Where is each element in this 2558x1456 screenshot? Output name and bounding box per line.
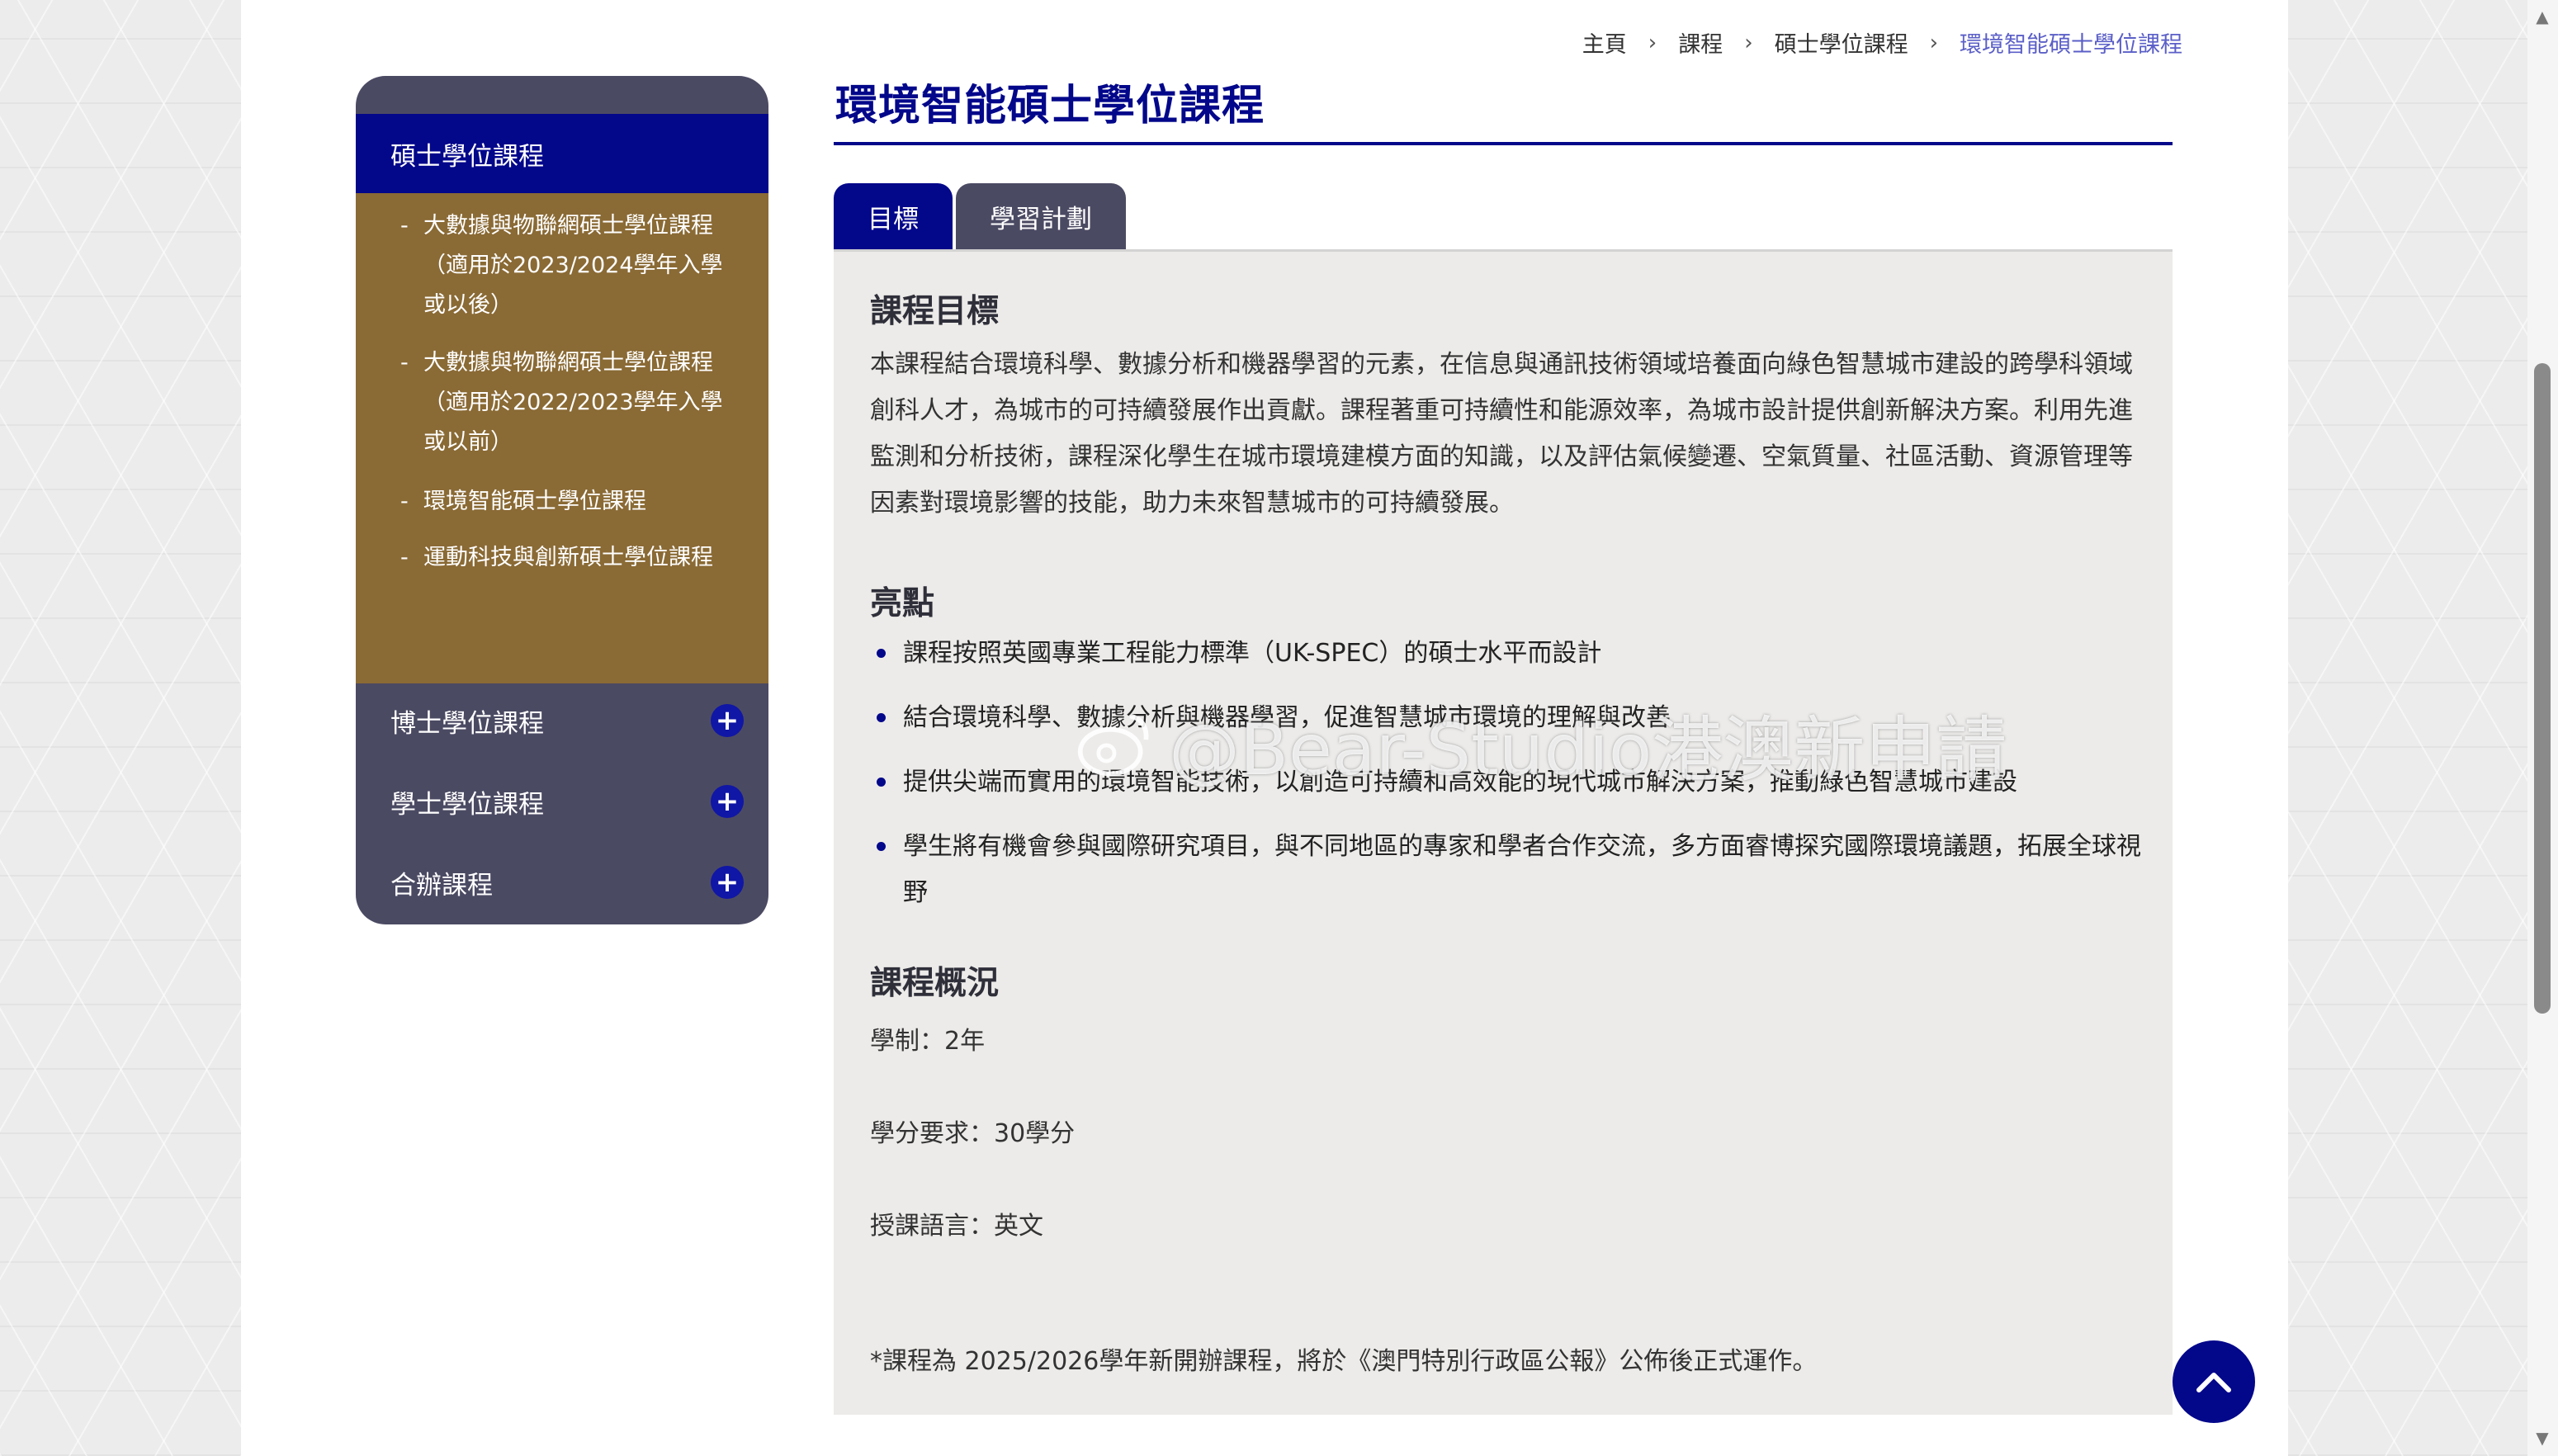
scroll-to-top-button[interactable] [2173,1340,2255,1423]
list-item: 學生將有機會參與國際研究項目，與不同地區的專家和學者合作交流，多方面睿博探究國際… [870,824,2141,916]
sidebar-item-bachelor[interactable]: 學士學位課程 + [356,764,768,839]
submenu-line: 大數據與物聯網碩士學位課程 [423,213,713,239]
submenu-item-label: 運動科技與創新碩士學位課程 [423,545,713,570]
plus-icon[interactable]: + [711,866,744,899]
breadcrumb: 主頁 › 課程 › 碩士學位課程 › 環境智能碩士學位課程 [1582,26,2182,59]
plus-icon[interactable]: + [711,785,744,818]
breadcrumb-current: 環境智能碩士學位課程 [1960,32,2182,58]
sidebar-item-joint[interactable]: 合辦課程 + [356,845,768,919]
sidebar-item-label: 學士學位課程 [390,789,544,820]
submenu-line: 或以前） [423,429,513,455]
list-item: 課程按照英國專業工程能力標準（UK-SPEC）的碩士水平而設計 [870,631,2141,677]
objectives-text: 本課程結合環境科學、數據分析和機器學習的元素，在信息與通訊技術領域培養面向綠色智… [870,350,2133,518]
breadcrumb-courses[interactable]: 課程 [1678,26,1723,59]
submenu-item-environmental-intelligence[interactable]: - 環境智能碩士學位課程 [400,482,747,522]
sidebar-item-label: 合辦課程 [390,870,493,901]
dash-marker: - [400,489,409,514]
chevron-up-icon [2196,1373,2231,1392]
submenu-line: 或以後） [423,292,513,318]
weibo-logo-icon [1077,713,1149,776]
scrollbar[interactable]: ▲ ▼ [2527,0,2558,1456]
title-divider [834,142,2173,145]
scroll-down-arrow-icon[interactable]: ▼ [2534,1428,2551,1448]
scrollbar-thumb[interactable] [2534,363,2551,1014]
submenu-item-bigdata-2023[interactable]: - 大數據與物聯網碩士學位課程 （適用於2023/2024學年入學 或以後） [400,206,747,325]
watermark: @Bear-Studio港澳新申請 [1075,692,2007,795]
submenu-line: （適用於2022/2023學年入學 [423,390,723,415]
breadcrumb-separator-icon: › [1744,30,1753,55]
footnote: *課程為 2025/2026學年新開辦課程，將於《澳門特別行政區公報》公佈後正式… [870,1347,1818,1376]
sidebar-nav: 碩士學位課程 - 大數據與物聯網碩士學位課程 （適用於2023/2024學年入學… [356,76,768,924]
tab-objectives[interactable]: 目標 [834,183,953,249]
breadcrumb-separator-icon: › [1929,30,1938,55]
dash-marker: - [400,545,409,570]
dash-marker: - [400,350,409,376]
page-container: 主頁 › 課程 › 碩士學位課程 › 環境智能碩士學位課程 環境智能碩士學位課程… [241,0,2288,1456]
overview-heading: 課程概況 [870,965,1000,1002]
plus-icon[interactable]: + [711,704,744,737]
breadcrumb-masters[interactable]: 碩士學位課程 [1775,26,1908,59]
fact-credits: 學分要求：30學分 [870,1119,1076,1148]
breadcrumb-home[interactable]: 主頁 [1582,26,1627,59]
watermark-text: @Bear-Studio港澳新申請 [1169,709,2007,792]
submenu-item-bigdata-2022[interactable]: - 大數據與物聯網碩士學位課程 （適用於2022/2023學年入學 或以前） [400,343,747,462]
submenu-item-label: 環境智能碩士學位課程 [423,489,646,514]
fact-duration: 學制：2年 [870,1027,986,1056]
sidebar-item-doctoral[interactable]: 博士學位課程 + [356,683,768,758]
submenu-item-label: 大數據與物聯網碩士學位課程 （適用於2023/2024學年入學 或以後） [423,206,747,325]
dash-marker: - [400,213,409,239]
objectives-heading: 課程目標 [870,293,1000,330]
tab-study-plan[interactable]: 學習計劃 [956,183,1126,249]
submenu-item-sports-tech[interactable]: - 運動科技與創新碩士學位課程 [400,538,747,578]
sidebar-item-masters[interactable]: 碩士學位課程 [356,114,768,193]
scroll-up-arrow-icon[interactable]: ▲ [2534,7,2551,26]
highlights-heading: 亮點 [870,585,935,622]
sidebar-submenu: - 大數據與物聯網碩士學位課程 （適用於2023/2024學年入學 或以後） -… [356,193,768,683]
submenu-item-label: 大數據與物聯網碩士學位課程 （適用於2022/2023學年入學 或以前） [423,343,747,462]
page-title: 環境智能碩士學位課程 [835,82,1265,130]
breadcrumb-separator-icon: › [1648,30,1657,55]
submenu-line: 大數據與物聯網碩士學位課程 [423,350,713,376]
fact-language: 授課語言：英文 [870,1212,1043,1241]
sidebar-item-label: 博士學位課程 [390,708,544,739]
submenu-line: （適用於2023/2024學年入學 [423,253,723,278]
